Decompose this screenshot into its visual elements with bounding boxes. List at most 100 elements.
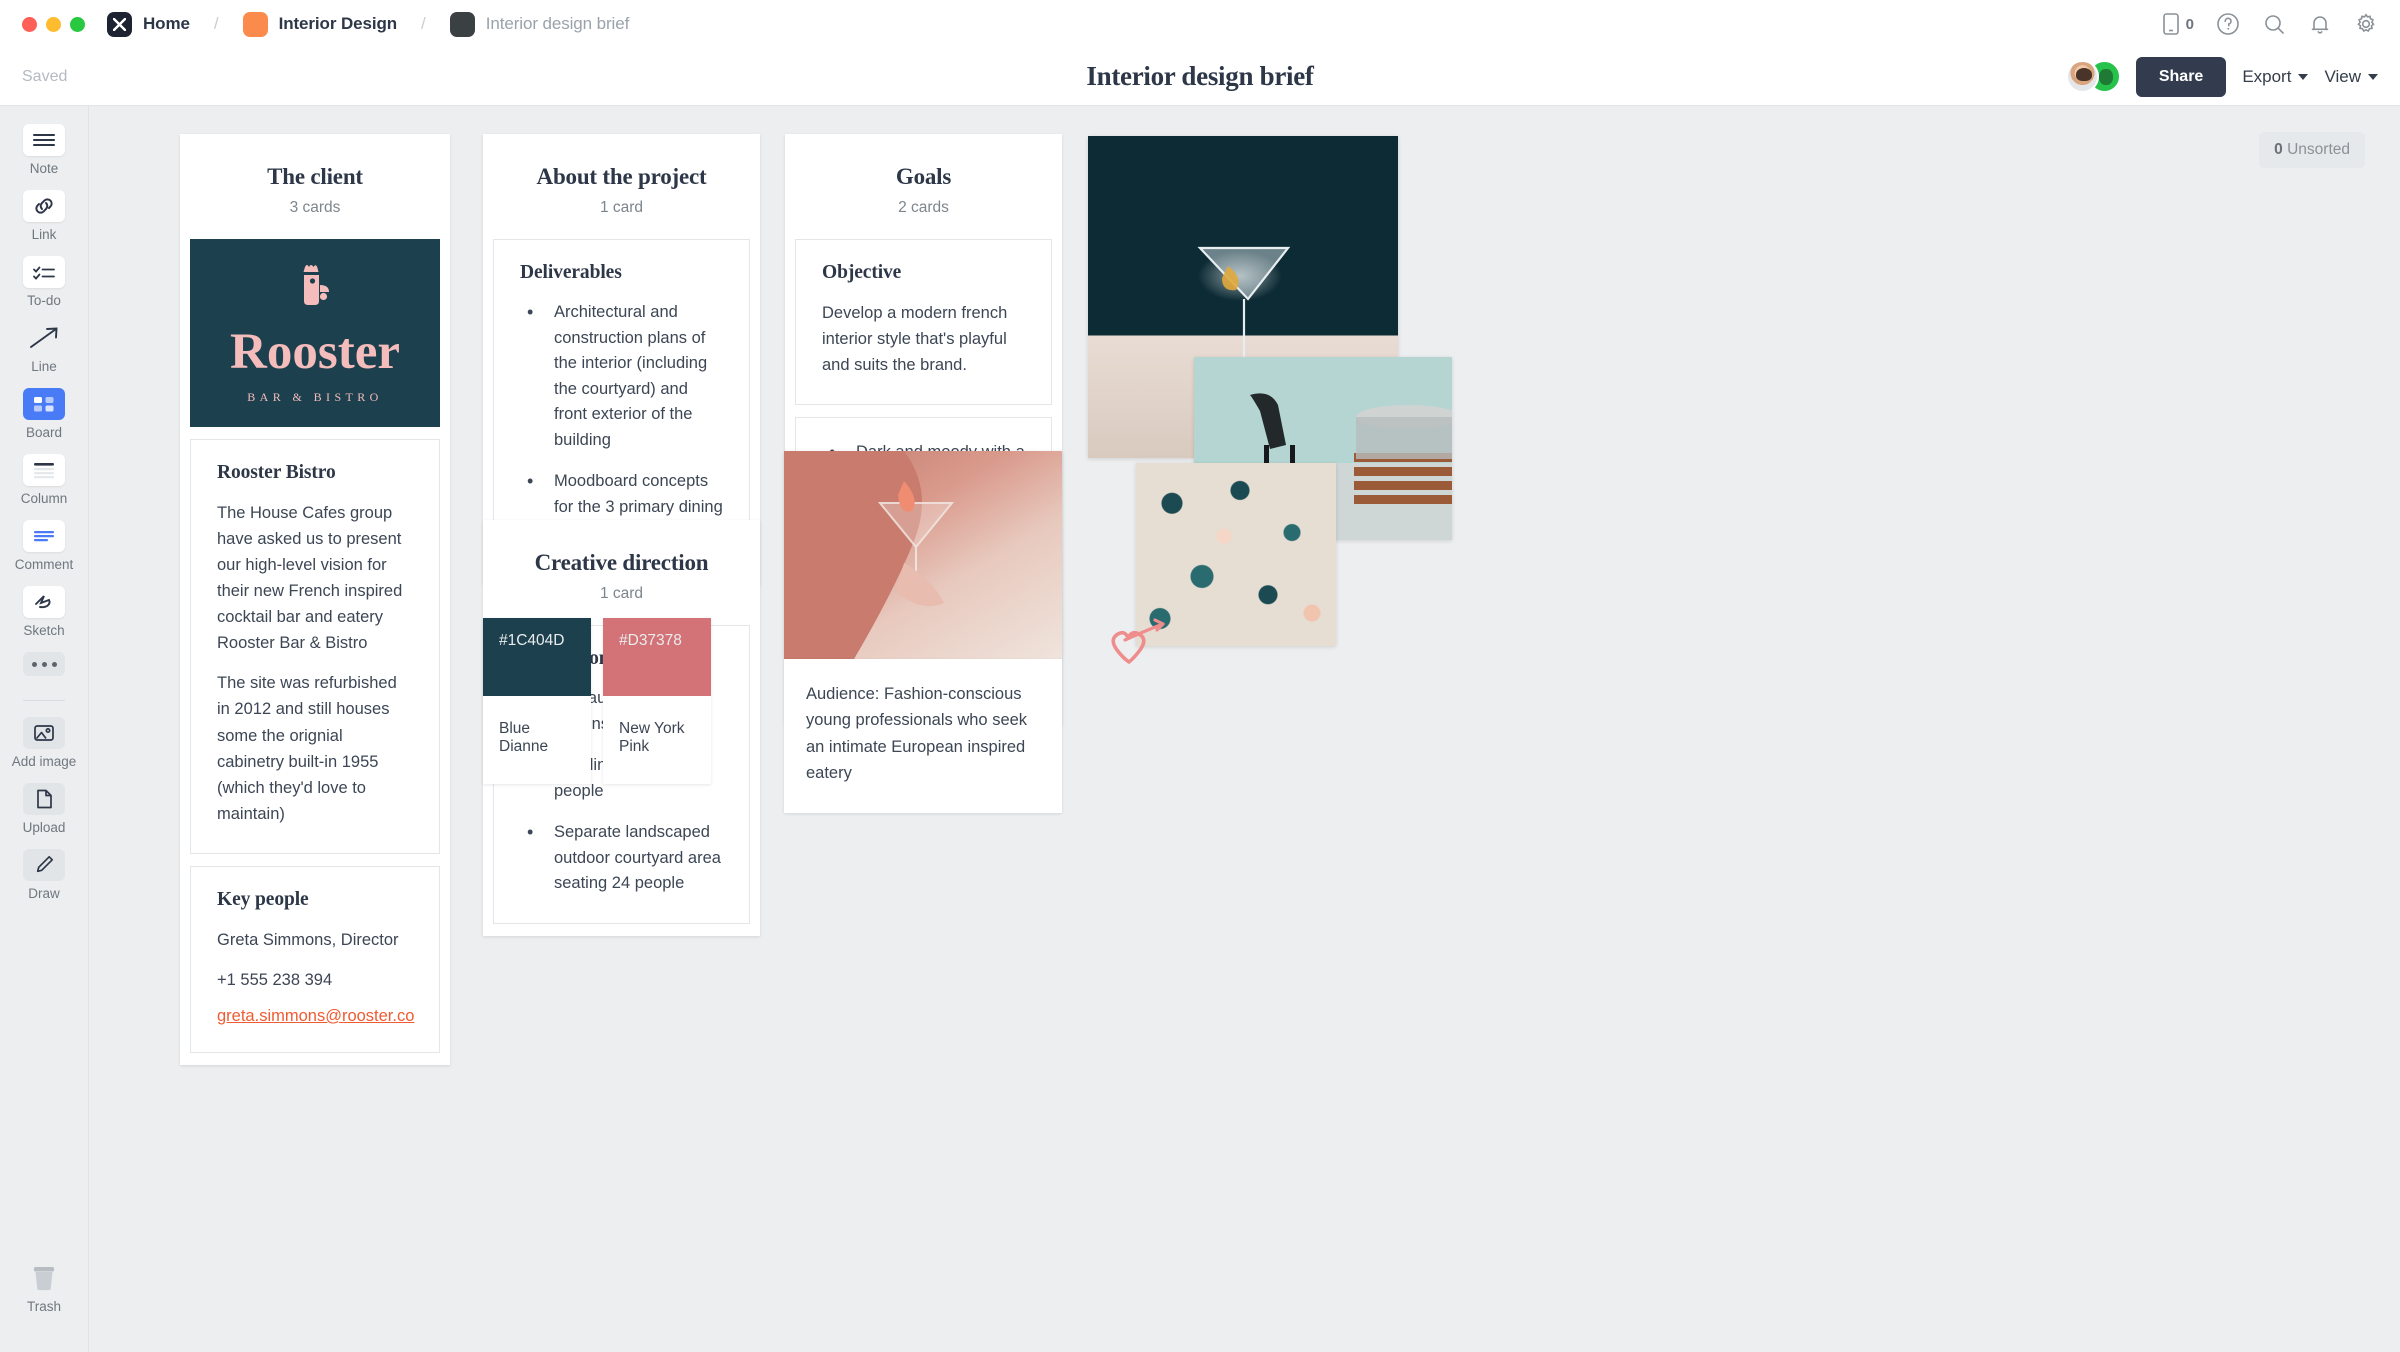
color-swatch-row: #1C404D Blue Dianne #D37378 New York Pin… [483,618,711,784]
link-chain-icon [23,190,65,222]
sidebar-tool-label: Draw [28,886,60,901]
audience-note-text: Audience: Fashion-conscious young profes… [806,685,1028,783]
column-title: Creative direction [534,550,709,575]
share-button[interactable]: Share [2135,56,2227,97]
sidebar-tool-column[interactable]: Column [21,454,67,506]
help-icon[interactable] [2216,12,2240,36]
contact-email-link[interactable]: greta.simmons@rooster.co [217,1007,414,1025]
mobile-device-count: 0 [2185,15,2194,33]
column-layout-icon [23,454,65,486]
todo-checklist-icon [23,256,65,288]
column-title: About the project [536,164,707,189]
unsorted-count: 0 [2274,141,2283,158]
logo-wordmark: Rooster [230,324,400,380]
document-header: Saved Interior design brief Share Export… [0,48,2400,106]
sidebar-tool-note[interactable]: Note [23,124,65,176]
card-title: Key people [217,888,309,910]
column-card-count: 3 cards [289,199,341,216]
sidebar-tool-label: Board [25,425,63,440]
view-label: View [2324,66,2361,86]
column-the-client[interactable]: The client 3 cards Rooster BAR & BISTRO … [180,134,450,1065]
page-title: Interior design brief [1086,61,1314,91]
card-title: Rooster Bistro [217,462,336,483]
titlebar-actions: 0 [2162,12,2378,36]
orange-folder-icon [242,11,268,37]
settings-gear-icon[interactable] [2354,12,2378,36]
list-item: Architectural and construction plans of … [520,299,723,453]
chevron-down-icon [2298,73,2309,80]
swatch-chip: #D37378 [603,618,711,696]
column-title: Goals [895,164,952,189]
heart-doodle-annotation [1111,618,1165,664]
card-rooster-logo[interactable]: Rooster BAR & BISTRO [190,239,440,427]
sidebar-tool-todo[interactable]: To-do [23,256,65,308]
sketch-scribble-icon [23,586,65,618]
sidebar-trash[interactable]: Trash [23,1262,65,1314]
sidebar-tool-board[interactable]: Board [23,388,65,440]
header-actions: Share Export View [2065,56,2378,97]
mobile-icon[interactable]: 0 [2162,12,2194,36]
woman-with-cocktail-photo[interactable] [784,451,1062,659]
note-lines-icon [23,124,65,156]
card-key-people[interactable]: Key people Greta Simmons, Director +1 55… [190,865,440,1053]
card-title: Deliverables [520,262,622,283]
sidebar-tool-sketch[interactable]: Sketch [23,586,65,638]
color-swatch[interactable]: #D37378 New York Pink [603,618,711,784]
view-menu[interactable]: View [2324,67,2378,87]
export-menu[interactable]: Export [2242,66,2309,87]
chevron-down-icon [2368,73,2378,80]
column-header: About the project 1 card [483,134,760,239]
column-card-count: 2 cards [898,199,949,216]
breadcrumb-item-current: Interior design brief [485,14,630,33]
add-image-icon [22,717,65,749]
avatar[interactable] [2065,59,2099,93]
card-paragraph: Develop a modern french interior style t… [822,304,1008,375]
board-grid-icon [23,388,65,420]
sidebar-more-options[interactable] [23,652,65,676]
more-options-icon [23,652,65,676]
sidebar-tool-upload[interactable]: Upload [22,783,66,835]
column-card-count: 1 card [599,585,644,602]
card-paragraph: The House Cafes group have asked us to p… [217,504,403,653]
rooster-logo-icon [303,265,329,305]
color-swatch[interactable]: #1C404D Blue Dianne [483,618,591,784]
card-objective[interactable]: Objective Develop a modern french interi… [795,239,1052,406]
list-item: Separate landscaped outdoor courtyard ar… [520,819,723,897]
close-window-button[interactable] [22,16,37,32]
search-icon[interactable] [2262,12,2286,36]
unsorted-badge[interactable]: 0 Unsorted [2259,132,2365,168]
swatch-hex: #D37378 [619,632,682,649]
collaborator-avatars[interactable] [2065,59,2121,94]
draw-pencil-icon [23,849,65,881]
sidebar-tool-draw[interactable]: Draw [23,849,65,901]
breadcrumb-item-home[interactable]: Home [143,14,190,34]
notifications-bell-icon[interactable] [2308,12,2332,36]
column-about-the-project[interactable]: About the project 1 card Deliverables Ar… [483,134,760,586]
sidebar-tool-line[interactable]: Line [23,322,65,374]
sidebar-tool-label: Add image [11,754,77,769]
sidebar-tool-label: Upload [22,820,66,835]
sidebar-tool-label: Line [31,359,57,374]
column-header: Creative direction 1 card [483,520,760,625]
dark-board-icon [449,11,475,37]
maximize-window-button[interactable] [70,16,85,32]
sidebar-tool-add-image[interactable]: Add image [11,717,77,769]
sidebar-tool-link[interactable]: Link [23,190,65,242]
swatch-hex: #1C404D [499,632,565,649]
minimize-window-button[interactable] [46,16,61,32]
sidebar-tool-label: Sketch [23,623,65,638]
sidebar-tool-label: Link [31,227,57,242]
sidebar-divider [23,700,65,701]
breadcrumb-separator: / [421,14,426,33]
logo-tagline: BAR & BISTRO [247,390,383,404]
board-canvas[interactable]: 0 Unsorted The client 3 cards Rooster BA… [89,106,2400,1352]
card-rooster-bistro[interactable]: Rooster Bistro The House Cafes group hav… [190,439,440,854]
sidebar-tool-comment[interactable]: Comment [15,520,73,572]
export-label: Export [2242,66,2292,86]
swatch-chip: #1C404D [483,618,591,696]
card-audience-note[interactable]: Audience: Fashion-conscious young profes… [784,659,1062,813]
window-controls[interactable] [22,16,85,32]
breadcrumb-item-interior-design[interactable]: Interior Design [279,14,398,34]
swatch-name: Blue Dianne [499,720,549,755]
comment-bubble-icon [22,520,65,552]
